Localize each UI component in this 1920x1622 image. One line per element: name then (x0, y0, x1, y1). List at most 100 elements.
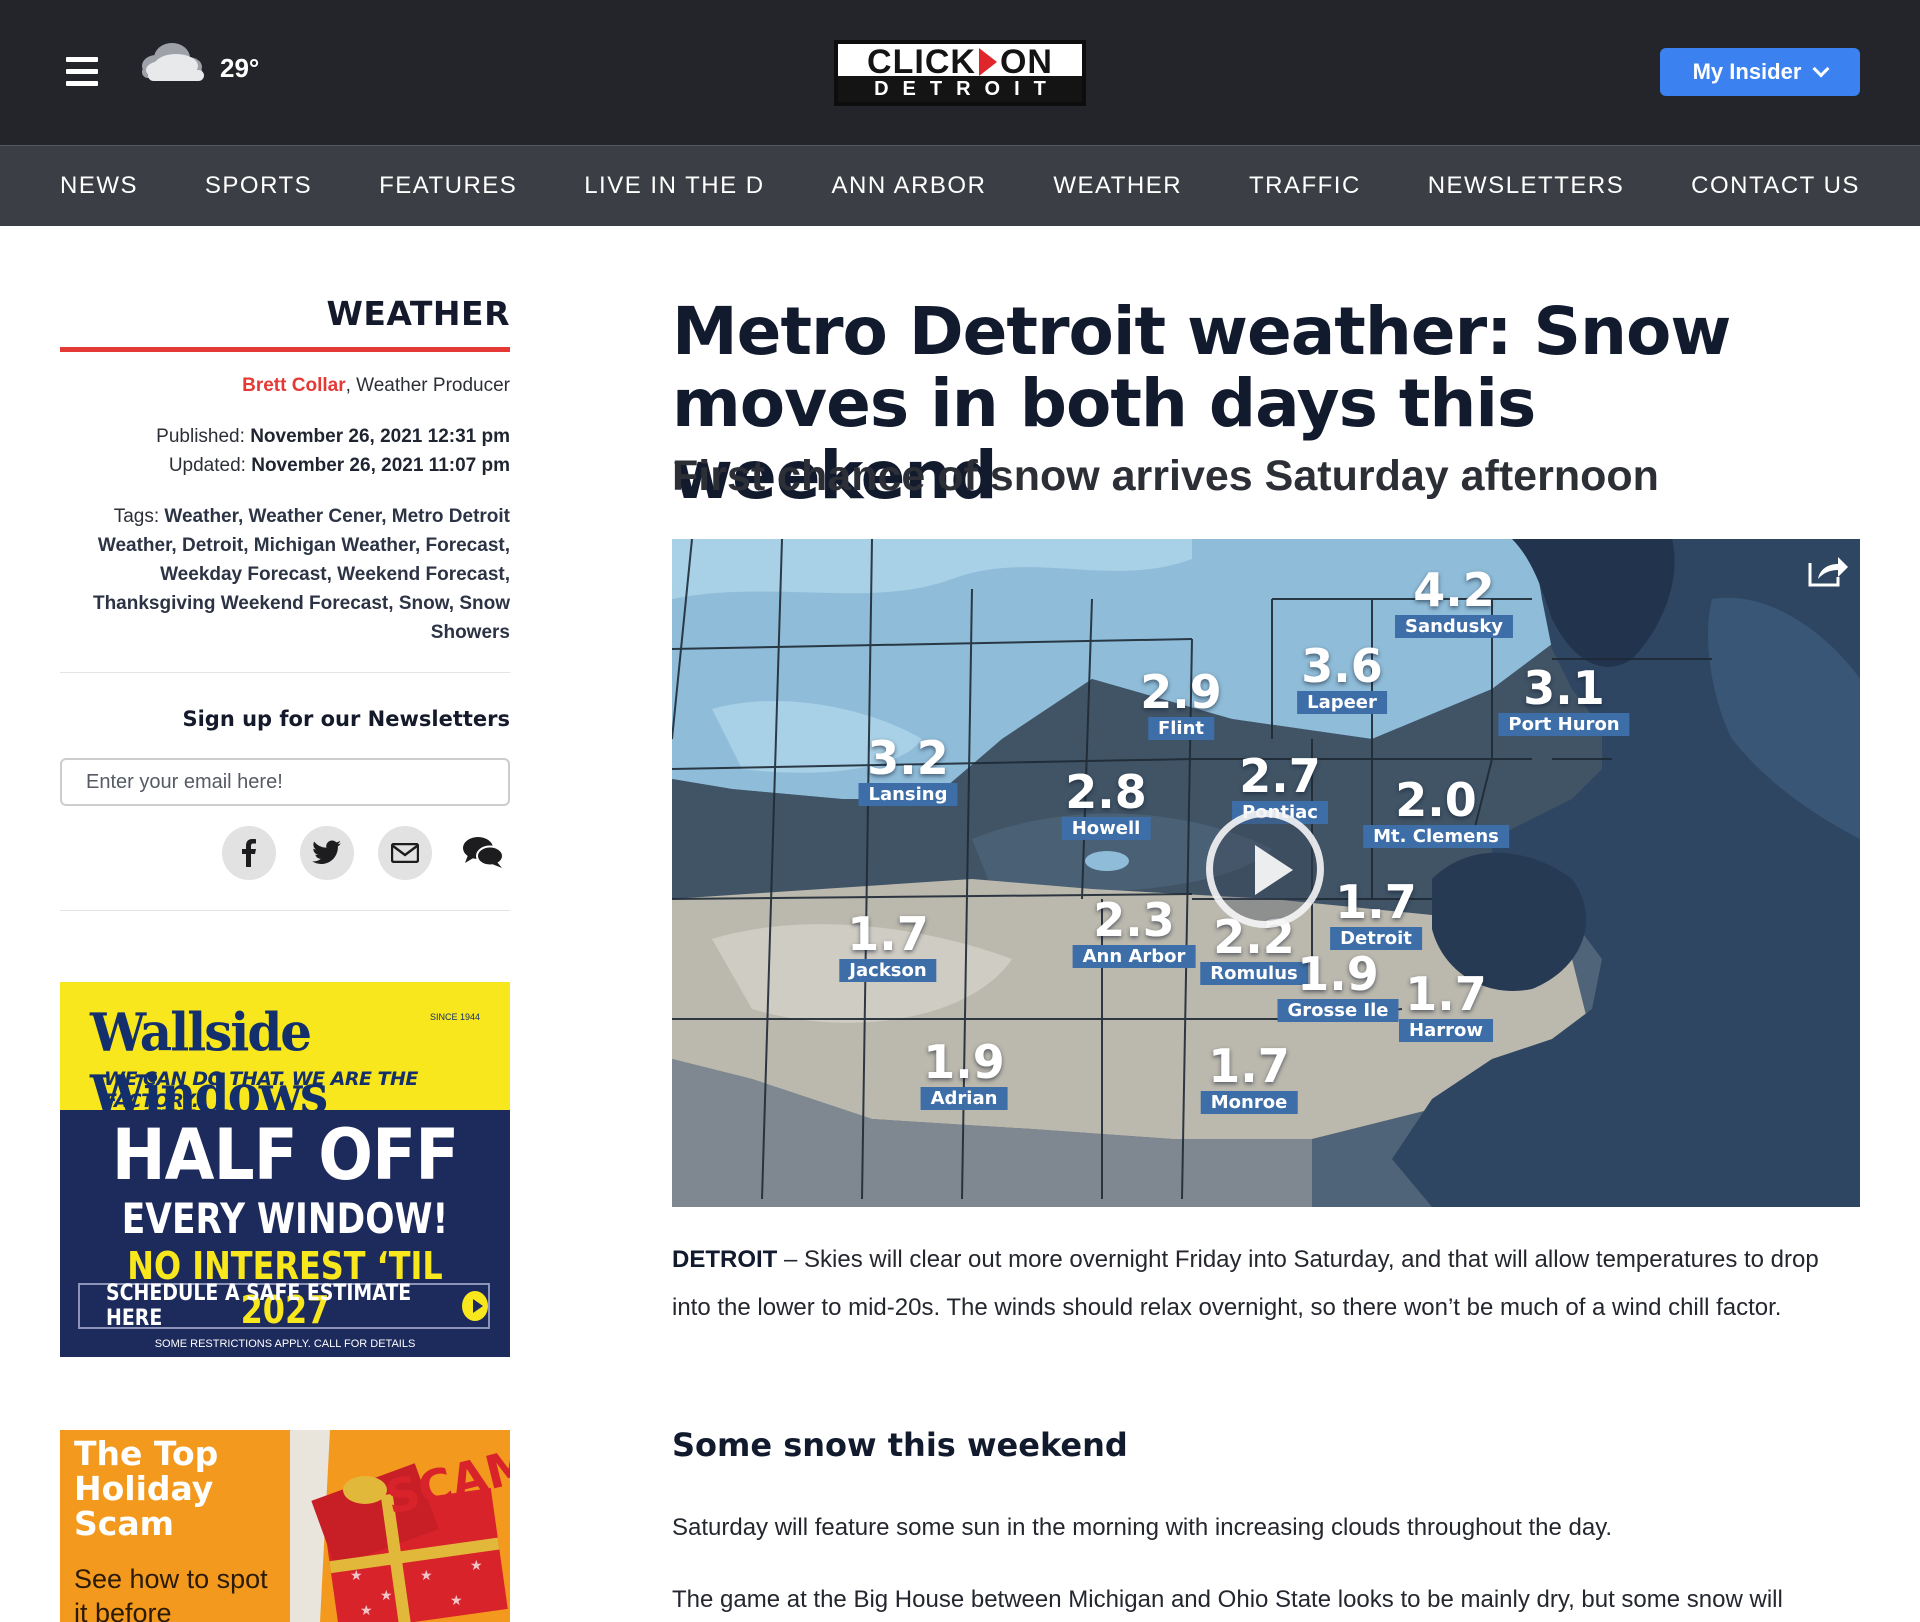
chevron-down-icon (1812, 60, 1830, 78)
map-city: Mt. Clemens (1363, 825, 1509, 848)
map-city: Lapeer (1297, 691, 1387, 714)
facebook-icon (242, 839, 256, 867)
nav-item-traffic[interactable]: TRAFFIC (1249, 172, 1361, 200)
map-value: 3.2 (867, 731, 949, 785)
map-city: Howell (1061, 817, 1151, 840)
map-city: Flint (1147, 717, 1215, 740)
ad-fine-print: SOME RESTRICTIONS APPLY. CALL FOR DETAIL… (154, 1338, 416, 1350)
temperature: 29° (220, 52, 260, 83)
author-role: , Weather Producer (345, 375, 510, 396)
tags: Tags: Weather, Weather Cener, Metro Detr… (60, 502, 510, 647)
article-paragraph: The game at the Big House between Michig… (672, 1586, 1783, 1613)
map-city: Harrow (1399, 1019, 1493, 1042)
ad-headline: HALF OFF (111, 1114, 459, 1196)
tags-label: Tags: (113, 506, 160, 527)
nav-item-news[interactable]: NEWS (60, 172, 138, 200)
byline: Brett Collar, Weather Producer (242, 375, 510, 397)
logo-text-bottom: DETROIT (838, 76, 1082, 102)
map-value: 3.6 (1301, 639, 1383, 693)
article-dates: Published: November 26, 2021 12:31 pm Up… (156, 422, 510, 480)
ad-scam-title: The Top Holiday Scam (74, 1434, 219, 1543)
map-city: Sandusky (1394, 615, 1514, 638)
svg-text:★: ★ (350, 1568, 363, 1584)
section-heading: Some snow this weekend (672, 1426, 1128, 1464)
facebook-share-button[interactable] (222, 826, 276, 880)
site-logo[interactable]: CLICK ON DETROIT (834, 40, 1086, 106)
paragraph-text: – Skies will clear out more overnight Fr… (672, 1246, 1819, 1321)
nav-item-newsletters[interactable]: NEWSLETTERS (1428, 172, 1625, 200)
nav-item-features[interactable]: FEATURES (379, 172, 517, 200)
nav-item-live-in-the-d[interactable]: LIVE IN THE D (584, 172, 764, 200)
my-insider-button[interactable]: My Insider (1660, 48, 1860, 96)
map-value: 1.7 (1335, 875, 1417, 929)
nav-item-weather[interactable]: WEATHER (1053, 172, 1182, 200)
ad-slogan: WE CAN DO THAT. WE ARE THE FACTORY. (104, 1068, 418, 1112)
comments-icon (463, 837, 504, 868)
ad-cta-button[interactable]: SCHEDULE A SAFE ESTIMATE HERE (78, 1281, 490, 1331)
section-rule (60, 347, 510, 352)
wallside-ad[interactable]: Wallside Windows SINCE 1944 WE CAN DO TH… (60, 982, 510, 1357)
ad-subline: EVERY WINDOW! (121, 1194, 449, 1243)
arrow-right-icon (461, 1291, 488, 1321)
section-label[interactable]: WEATHER (326, 294, 510, 333)
my-insider-label: My Insider (1692, 59, 1802, 84)
nav-item-contact-us[interactable]: CONTACT US (1691, 172, 1860, 200)
share-row (222, 826, 510, 880)
map-label: 3.6 Lapeer (1297, 643, 1387, 714)
map-value: 4.2 (1413, 563, 1495, 617)
email-share-button[interactable] (378, 826, 432, 880)
map-label: 1.7 Harrow (1399, 971, 1493, 1042)
map-value: 2.0 (1395, 773, 1477, 827)
map-value: 1.9 (1297, 947, 1379, 1001)
weather-widget[interactable]: 29° (132, 36, 259, 86)
cloud-icon (142, 43, 204, 81)
map-city: Lansing (858, 783, 958, 806)
article-subhead: First chance of snow arrives Saturday af… (672, 452, 1659, 500)
nav-item-ann-arbor[interactable]: ANN ARBOR (832, 172, 987, 200)
divider (60, 910, 510, 911)
email-icon (391, 843, 419, 863)
article-paragraph: DETROIT – Skies will clear out more over… (672, 1236, 1860, 1332)
map-value: 3.1 (1523, 661, 1605, 715)
ad-scam-subtitle: See how to spot it before (74, 1564, 268, 1622)
map-value: 1.7 (1405, 967, 1487, 1021)
menu-icon[interactable] (66, 57, 98, 87)
map-city: Monroe (1200, 1091, 1298, 1114)
map-value: 1.9 (923, 1035, 1005, 1089)
comments-button[interactable] (456, 826, 510, 880)
map-label: 2.8 Howell (1061, 765, 1151, 840)
map-label: 1.7 Detroit (1330, 879, 1422, 950)
play-button[interactable] (1206, 810, 1324, 928)
map-city: Grosse Ile (1277, 999, 1399, 1022)
top-bar: 29° CLICK ON DETROIT My Insider (0, 0, 1920, 145)
map-value: 1.7 (1208, 1039, 1290, 1093)
email-field[interactable] (60, 758, 510, 806)
video-player[interactable]: 4.2 Sandusky 3.6 Lapeer 3.1 Port Huron 2… (672, 539, 1860, 1207)
map-city: Port Huron (1498, 713, 1630, 736)
map-value: 2.9 (1140, 665, 1222, 719)
twitter-icon (312, 840, 341, 864)
svg-text:★: ★ (420, 1568, 433, 1584)
map-value: 2.8 (1065, 765, 1147, 819)
svg-text:★: ★ (470, 1558, 483, 1574)
logo-arrow-icon (978, 48, 997, 76)
twitter-share-button[interactable] (300, 826, 354, 880)
ad-cta-label: SCHEDULE A SAFE ESTIMATE HERE (106, 1281, 412, 1331)
published-label: Published: (156, 426, 245, 447)
updated-date: November 26, 2021 11:07 pm (251, 455, 510, 476)
map-label: 3.2 Lansing (858, 731, 958, 806)
holiday-scam-ad[interactable]: The Top Holiday Scam See how to spot it … (60, 1430, 510, 1622)
map-value: 1.7 (847, 907, 929, 961)
svg-text:★: ★ (360, 1603, 373, 1619)
share-icon[interactable] (1806, 551, 1850, 591)
author-link[interactable]: Brett Collar (242, 375, 345, 396)
gift-box-image: ★★★ ★★★ SCAM (290, 1430, 510, 1622)
map-label: 1.9 Adrian (920, 1035, 1008, 1110)
map-city: Jackson (839, 959, 937, 982)
map-label: 1.7 Monroe (1200, 1039, 1298, 1114)
published-date: November 26, 2021 12:31 pm (250, 426, 510, 447)
nav-item-sports[interactable]: SPORTS (205, 172, 312, 200)
updated-label: Updated: (168, 455, 246, 476)
map-label: 2.0 Mt. Clemens (1363, 777, 1509, 848)
map-label: 1.9 Grosse Ile (1277, 947, 1399, 1022)
